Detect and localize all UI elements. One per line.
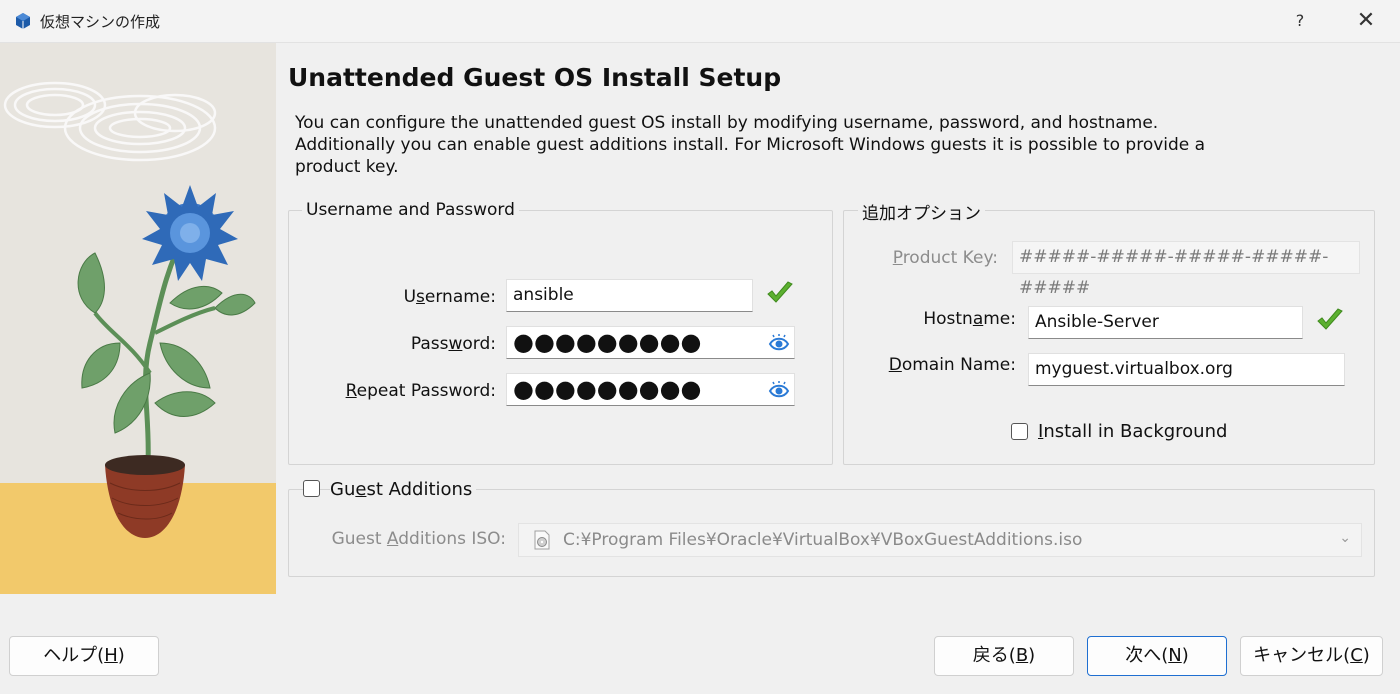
close-button[interactable]: ✕ — [1338, 0, 1394, 42]
install-in-background-checkbox[interactable] — [1011, 423, 1028, 440]
username-field[interactable]: ansible — [506, 279, 753, 312]
virtualbox-app-icon — [16, 13, 30, 29]
credentials-group-title: Username and Password — [302, 200, 519, 220]
title-bar: 仮想マシンの作成 ? ✕ — [0, 0, 1400, 43]
hostname-valid-icon — [1317, 308, 1343, 330]
install-in-background-label: Install in Background — [1038, 421, 1228, 442]
guest-additions-checkbox[interactable] — [303, 480, 320, 497]
back-button[interactable]: 戻る(B) — [934, 636, 1074, 676]
repeat-password-field[interactable]: ●●●●●●●●● — [506, 373, 795, 406]
show-password-icon[interactable] — [768, 332, 790, 354]
username-label: Username: — [403, 287, 496, 307]
domain-name-field[interactable]: myguest.virtualbox.org — [1028, 353, 1345, 386]
page-description: You can configure the unattended guest O… — [295, 113, 1206, 177]
disc-file-icon — [534, 530, 550, 550]
domain-name-label: Domain Name: — [888, 355, 1016, 375]
button-bar: ヘルプ(H) 戻る(B) 次へ(N) キャンセル(C) — [0, 616, 1400, 694]
page-title: Unattended Guest OS Install Setup — [288, 63, 782, 92]
product-key-label: Product Key: — [892, 248, 998, 268]
cancel-button[interactable]: キャンセル(C) — [1240, 636, 1383, 676]
guest-additions-label: Guest Additions — [330, 479, 477, 500]
guest-additions-iso-select[interactable]: C:¥Program Files¥Oracle¥VirtualBox¥VBoxG… — [518, 523, 1362, 557]
username-valid-icon — [767, 281, 793, 303]
password-label: Password: — [410, 334, 496, 354]
hostname-label: Hostname: — [923, 309, 1016, 329]
additional-options-group-title: 追加オプション — [858, 199, 985, 224]
chevron-down-icon: ⌄ — [1339, 530, 1351, 546]
wizard-page: Unattended Guest OS Install Setup You ca… — [276, 43, 1400, 616]
hostname-field[interactable]: Ansible-Server — [1028, 306, 1303, 339]
product-key-field[interactable]: #####-#####-#####-#####-##### — [1012, 241, 1360, 298]
help-button[interactable]: ヘルプ(H) — [9, 636, 159, 676]
guest-additions-iso-path: C:¥Program Files¥Oracle¥VirtualBox¥VBoxG… — [563, 530, 1083, 550]
password-field[interactable]: ●●●●●●●●● — [506, 326, 795, 359]
next-button[interactable]: 次へ(N) — [1087, 636, 1227, 676]
repeat-password-label: Repeat Password: — [345, 381, 496, 401]
guest-additions-iso-label: Guest Additions ISO: — [331, 529, 506, 549]
help-title-button[interactable]: ? — [1272, 0, 1328, 42]
wizard-illustration — [0, 43, 276, 594]
show-repeat-password-icon[interactable] — [768, 379, 790, 401]
window-title: 仮想マシンの作成 — [40, 13, 161, 31]
